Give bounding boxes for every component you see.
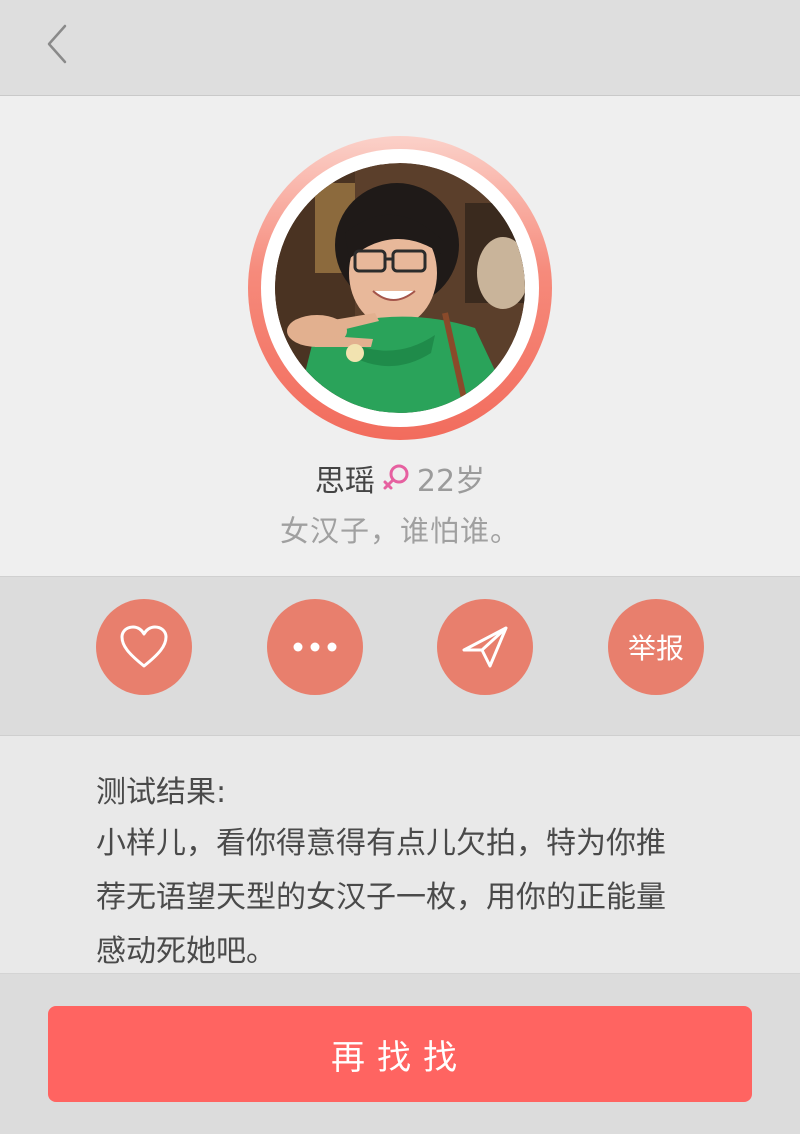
profile-section: 思瑶 22岁 女汉子，谁怕谁。 (0, 96, 800, 576)
heart-icon (120, 625, 168, 668)
avatar-ring (248, 136, 552, 440)
chevron-left-icon (47, 24, 67, 64)
report-label: 举报 (627, 632, 684, 665)
top-bar (0, 0, 800, 96)
name-line: 思瑶 22岁 (0, 456, 800, 500)
result-line: 小样儿，看你得意得有点儿欠拍，特为你推 (96, 826, 666, 861)
result-line: 荐无语望天型的女汉子一枚，用你的正能量 (96, 880, 666, 915)
result-line: 感动死她吧。 (96, 934, 276, 969)
report-button[interactable]: 举报 (608, 599, 704, 695)
test-result-section: 测试结果: 小样儿，看你得意得有点儿欠拍，特为你推 荐无语望天型的女汉子一枚，用… (0, 737, 800, 973)
send-icon (462, 626, 508, 668)
result-text: 小样儿，看你得意得有点儿欠拍，特为你推 荐无语望天型的女汉子一枚，用你的正能量 … (96, 817, 716, 979)
avatar[interactable] (275, 163, 525, 413)
more-dots-icon (293, 642, 337, 652)
back-button[interactable] (34, 20, 82, 68)
user-age: 22岁 (416, 464, 486, 499)
find-again-button[interactable]: 再找找 (48, 1006, 752, 1102)
like-button[interactable] (96, 599, 192, 695)
female-symbol-icon (383, 464, 409, 490)
user-name: 思瑶 (314, 464, 375, 499)
user-motto: 女汉子，谁怕谁。 (279, 514, 520, 548)
result-title: 测试结果: (96, 775, 227, 810)
action-bar: 举报 (0, 576, 800, 736)
bottom-bar: 再找找 (0, 973, 800, 1134)
more-button[interactable] (267, 599, 363, 695)
share-button[interactable] (437, 599, 533, 695)
